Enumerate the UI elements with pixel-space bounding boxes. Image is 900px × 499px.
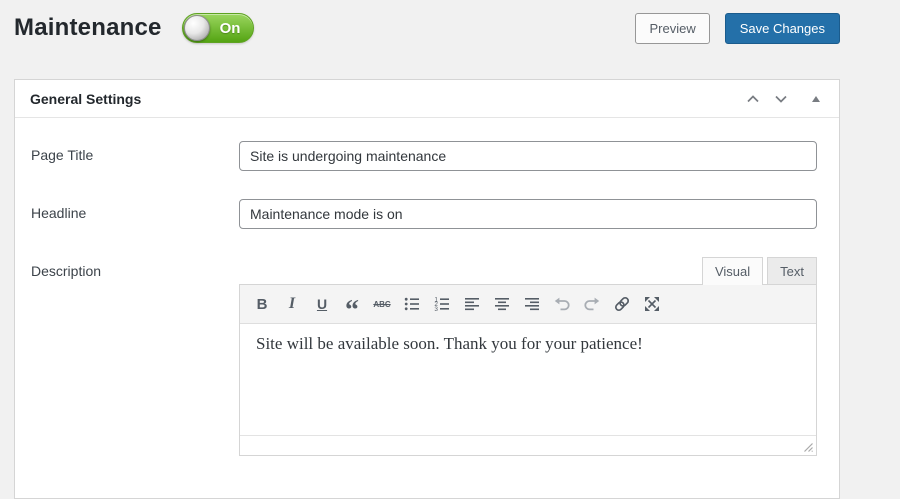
panel-handle-actions (741, 87, 825, 111)
collapse-toggle-button[interactable] (807, 90, 825, 108)
tab-text[interactable]: Text (767, 257, 817, 284)
link-icon (612, 294, 632, 314)
headline-input[interactable] (239, 199, 817, 229)
page-title: Maintenance (14, 14, 162, 42)
editor-tabs: Visual Text (239, 257, 817, 284)
editor-toolbar: B I U “ ABC (240, 285, 816, 324)
italic-button[interactable]: I (278, 290, 306, 318)
align-right-button[interactable] (518, 290, 546, 318)
page-title-label: Page Title (31, 141, 239, 171)
toggle-state-label: On (220, 20, 241, 37)
move-up-button[interactable] (741, 87, 765, 111)
preview-button[interactable]: Preview (635, 13, 709, 44)
bold-button[interactable]: B (248, 290, 276, 318)
panel-title: General Settings (30, 91, 141, 107)
description-editor-content[interactable]: Site will be available soon. Thank you f… (240, 324, 816, 435)
admin-page: Maintenance On Preview Save Changes Gene… (0, 0, 900, 499)
align-center-icon (492, 294, 512, 314)
align-left-button[interactable] (458, 290, 486, 318)
panel-body: Page Title Headline Description Visual T… (15, 118, 839, 474)
bulleted-list-button[interactable] (398, 290, 426, 318)
description-row: Description Visual Text B I U “ ABC (31, 257, 817, 456)
editor-resize-handle[interactable] (801, 440, 814, 453)
headline-row: Headline (31, 199, 817, 229)
fullscreen-button[interactable] (638, 290, 666, 318)
numbered-list-icon: 1 2 3 (432, 294, 452, 314)
align-center-button[interactable] (488, 290, 516, 318)
undo-button[interactable] (548, 290, 576, 318)
description-label: Description (31, 257, 239, 456)
editor-statusbar (240, 435, 816, 455)
redo-button[interactable] (578, 290, 606, 318)
maintenance-mode-toggle[interactable]: On (182, 13, 254, 43)
underline-button[interactable]: U (308, 290, 336, 318)
fullscreen-icon (642, 294, 662, 314)
move-down-button[interactable] (769, 87, 793, 111)
blockquote-button[interactable]: “ (338, 290, 366, 318)
page-title-row: Page Title (31, 141, 817, 171)
headline-label: Headline (31, 199, 239, 229)
toggle-knob-icon (184, 15, 210, 41)
top-bar: Maintenance On Preview Save Changes (0, 0, 900, 48)
redo-icon (582, 294, 602, 314)
chevron-down-icon (771, 89, 791, 109)
align-right-icon (522, 294, 542, 314)
resize-grip-icon (801, 440, 814, 453)
header-actions: Preview Save Changes (635, 13, 840, 44)
undo-icon (552, 294, 572, 314)
page-title-input[interactable] (239, 141, 817, 171)
triangle-up-icon (809, 92, 823, 106)
insert-link-button[interactable] (608, 290, 636, 318)
tab-visual[interactable]: Visual (702, 257, 763, 285)
align-left-icon (462, 294, 482, 314)
description-text: Site will be available soon. Thank you f… (256, 334, 800, 354)
bulleted-list-icon (402, 294, 422, 314)
panel-header[interactable]: General Settings (15, 80, 839, 118)
wysiwyg-editor: B I U “ ABC (239, 284, 817, 456)
save-changes-button[interactable]: Save Changes (725, 13, 840, 44)
numbered-list-button[interactable]: 1 2 3 (428, 290, 456, 318)
strikethrough-button[interactable]: ABC (368, 290, 396, 318)
chevron-up-icon (743, 89, 763, 109)
general-settings-panel: General Settings (14, 79, 840, 499)
svg-text:3: 3 (434, 306, 438, 313)
